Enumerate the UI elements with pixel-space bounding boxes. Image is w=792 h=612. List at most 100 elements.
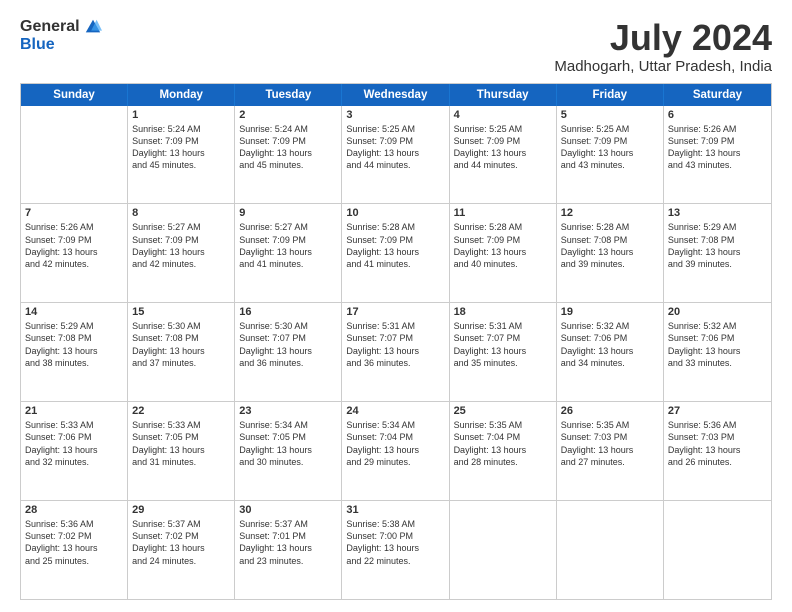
day-number: 28 [25, 504, 123, 516]
header-day-thursday: Thursday [450, 84, 557, 106]
cal-cell-4-6 [664, 501, 771, 599]
header-day-monday: Monday [128, 84, 235, 106]
cell-info: Sunrise: 5:25 AMSunset: 7:09 PMDaylight:… [561, 123, 659, 172]
day-number: 30 [239, 504, 337, 516]
page: General Blue July 2024 Madhogarh, Uttar … [0, 0, 792, 612]
day-number: 16 [239, 306, 337, 318]
cell-info: Sunrise: 5:33 AMSunset: 7:06 PMDaylight:… [25, 419, 123, 468]
cal-cell-1-6: 13 Sunrise: 5:29 AMSunset: 7:08 PMDayligh… [664, 204, 771, 302]
cal-cell-3-4: 25 Sunrise: 5:35 AMSunset: 7:04 PMDayligh… [450, 402, 557, 500]
cell-info: Sunrise: 5:30 AMSunset: 7:07 PMDaylight:… [239, 320, 337, 369]
cell-info: Sunrise: 5:27 AMSunset: 7:09 PMDaylight:… [239, 221, 337, 270]
logo-blue: Blue [20, 36, 55, 54]
cal-cell-2-5: 19 Sunrise: 5:32 AMSunset: 7:06 PMDayligh… [557, 303, 664, 401]
cell-info: Sunrise: 5:34 AMSunset: 7:05 PMDaylight:… [239, 419, 337, 468]
cal-cell-0-5: 5 Sunrise: 5:25 AMSunset: 7:09 PMDaylight… [557, 106, 664, 204]
cal-cell-2-1: 15Sunrise: 5:30 AMSunset: 7:08 PMDayligh… [128, 303, 235, 401]
day-number: 6 [668, 109, 767, 121]
cal-cell-0-6: 6 Sunrise: 5:26 AMSunset: 7:09 PMDaylight… [664, 106, 771, 204]
cal-cell-3-0: 21 Sunrise: 5:33 AMSunset: 7:06 PMDayligh… [21, 402, 128, 500]
day-number: 29 [132, 504, 230, 516]
day-number: 19 [561, 306, 659, 318]
cell-info: Sunrise: 5:31 AMSunset: 7:07 PMDaylight:… [454, 320, 552, 369]
cal-cell-0-1: 1Sunrise: 5:24 AMSunset: 7:09 PMDaylight… [128, 106, 235, 204]
logo-general: General [20, 18, 80, 36]
cell-info: Sunrise: 5:26 AMSunset: 7:09 PMDaylight:… [668, 123, 767, 172]
day-number: 4 [454, 109, 552, 121]
day-number: 17 [346, 306, 444, 318]
day-number: 2 [239, 109, 337, 121]
cal-cell-3-2: 23 Sunrise: 5:34 AMSunset: 7:05 PMDayligh… [235, 402, 342, 500]
calendar-body: 1 Sunrise: 5:24 AMSunset: 7:09 PMDaylight… [21, 106, 771, 599]
cal-cell-0-4: 4Sunrise: 5:25 AMSunset: 7:09 PMDaylight… [450, 106, 557, 204]
cell-info: Sunrise: 5:35 AMSunset: 7:03 PMDaylight:… [561, 419, 659, 468]
day-number: 1 [132, 109, 230, 121]
cell-info: Sunrise: 5:36 AMSunset: 7:02 PMDaylight:… [25, 518, 123, 567]
cal-cell-3-1: 22Sunrise: 5:33 AMSunset: 7:05 PMDayligh… [128, 402, 235, 500]
cell-info: Sunrise: 5:36 AMSunset: 7:03 PMDaylight:… [668, 419, 767, 468]
day-number: 26 [561, 405, 659, 417]
header-day-wednesday: Wednesday [342, 84, 449, 106]
calendar-row-0: 1 Sunrise: 5:24 AMSunset: 7:09 PMDaylight… [21, 106, 771, 205]
cell-info: Sunrise: 5:26 AMSunset: 7:09 PMDaylight:… [25, 221, 123, 270]
cal-cell-2-0: 14 Sunrise: 5:29 AMSunset: 7:08 PMDayligh… [21, 303, 128, 401]
day-number: 20 [668, 306, 767, 318]
cal-cell-3-3: 24 Sunrise: 5:34 AMSunset: 7:04 PMDayligh… [342, 402, 449, 500]
cell-info: Sunrise: 5:35 AMSunset: 7:04 PMDaylight:… [454, 419, 552, 468]
cal-cell-0-2: 2 Sunrise: 5:24 AMSunset: 7:09 PMDaylight… [235, 106, 342, 204]
cal-cell-4-2: 30Sunrise: 5:37 AMSunset: 7:01 PMDayligh… [235, 501, 342, 599]
cal-cell-4-0: 28 Sunrise: 5:36 AMSunset: 7:02 PMDayligh… [21, 501, 128, 599]
day-number: 12 [561, 207, 659, 219]
day-number: 9 [239, 207, 337, 219]
header: General Blue July 2024 Madhogarh, Uttar … [20, 18, 772, 75]
cal-cell-0-0 [21, 106, 128, 204]
cell-info: Sunrise: 5:32 AMSunset: 7:06 PMDaylight:… [668, 320, 767, 369]
day-number: 11 [454, 207, 552, 219]
day-number: 5 [561, 109, 659, 121]
cell-info: Sunrise: 5:31 AMSunset: 7:07 PMDaylight:… [346, 320, 444, 369]
day-number: 18 [454, 306, 552, 318]
day-number: 8 [132, 207, 230, 219]
cell-info: Sunrise: 5:28 AMSunset: 7:09 PMDaylight:… [454, 221, 552, 270]
cell-info: Sunrise: 5:29 AMSunset: 7:08 PMDaylight:… [25, 320, 123, 369]
calendar-row-2: 14 Sunrise: 5:29 AMSunset: 7:08 PMDayligh… [21, 303, 771, 402]
header-day-saturday: Saturday [664, 84, 771, 106]
day-number: 25 [454, 405, 552, 417]
day-number: 23 [239, 405, 337, 417]
day-number: 31 [346, 504, 444, 516]
cal-cell-3-6: 27 Sunrise: 5:36 AMSunset: 7:03 PMDayligh… [664, 402, 771, 500]
day-number: 21 [25, 405, 123, 417]
calendar-row-4: 28 Sunrise: 5:36 AMSunset: 7:02 PMDayligh… [21, 501, 771, 599]
header-day-friday: Friday [557, 84, 664, 106]
calendar-header: SundayMondayTuesdayWednesdayThursdayFrid… [21, 84, 771, 106]
cal-cell-4-5 [557, 501, 664, 599]
cal-cell-4-1: 29Sunrise: 5:37 AMSunset: 7:02 PMDayligh… [128, 501, 235, 599]
cal-cell-4-4 [450, 501, 557, 599]
cell-info: Sunrise: 5:27 AMSunset: 7:09 PMDaylight:… [132, 221, 230, 270]
cal-cell-1-2: 9 Sunrise: 5:27 AMSunset: 7:09 PMDaylight… [235, 204, 342, 302]
cal-cell-2-2: 16 Sunrise: 5:30 AMSunset: 7:07 PMDayligh… [235, 303, 342, 401]
cell-info: Sunrise: 5:33 AMSunset: 7:05 PMDaylight:… [132, 419, 230, 468]
cal-cell-3-5: 26 Sunrise: 5:35 AMSunset: 7:03 PMDayligh… [557, 402, 664, 500]
cell-info: Sunrise: 5:24 AMSunset: 7:09 PMDaylight:… [239, 123, 337, 172]
cal-cell-1-0: 7Sunrise: 5:26 AMSunset: 7:09 PMDaylight… [21, 204, 128, 302]
cal-cell-1-5: 12Sunrise: 5:28 AMSunset: 7:08 PMDayligh… [557, 204, 664, 302]
day-number: 13 [668, 207, 767, 219]
header-day-tuesday: Tuesday [235, 84, 342, 106]
cell-info: Sunrise: 5:29 AMSunset: 7:08 PMDaylight:… [668, 221, 767, 270]
day-number: 27 [668, 405, 767, 417]
cell-info: Sunrise: 5:28 AMSunset: 7:09 PMDaylight:… [346, 221, 444, 270]
calendar: SundayMondayTuesdayWednesdayThursdayFrid… [20, 83, 772, 600]
cal-cell-2-4: 18 Sunrise: 5:31 AMSunset: 7:07 PMDayligh… [450, 303, 557, 401]
month-title: July 2024 [554, 18, 772, 58]
cell-info: Sunrise: 5:32 AMSunset: 7:06 PMDaylight:… [561, 320, 659, 369]
day-number: 10 [346, 207, 444, 219]
day-number: 24 [346, 405, 444, 417]
cal-cell-2-3: 17 Sunrise: 5:31 AMSunset: 7:07 PMDayligh… [342, 303, 449, 401]
cal-cell-2-6: 20 Sunrise: 5:32 AMSunset: 7:06 PMDayligh… [664, 303, 771, 401]
logo: General Blue [20, 18, 102, 54]
day-number: 14 [25, 306, 123, 318]
subtitle: Madhogarh, Uttar Pradesh, India [554, 58, 772, 75]
cell-info: Sunrise: 5:34 AMSunset: 7:04 PMDaylight:… [346, 419, 444, 468]
title-area: July 2024 Madhogarh, Uttar Pradesh, Indi… [554, 18, 772, 75]
